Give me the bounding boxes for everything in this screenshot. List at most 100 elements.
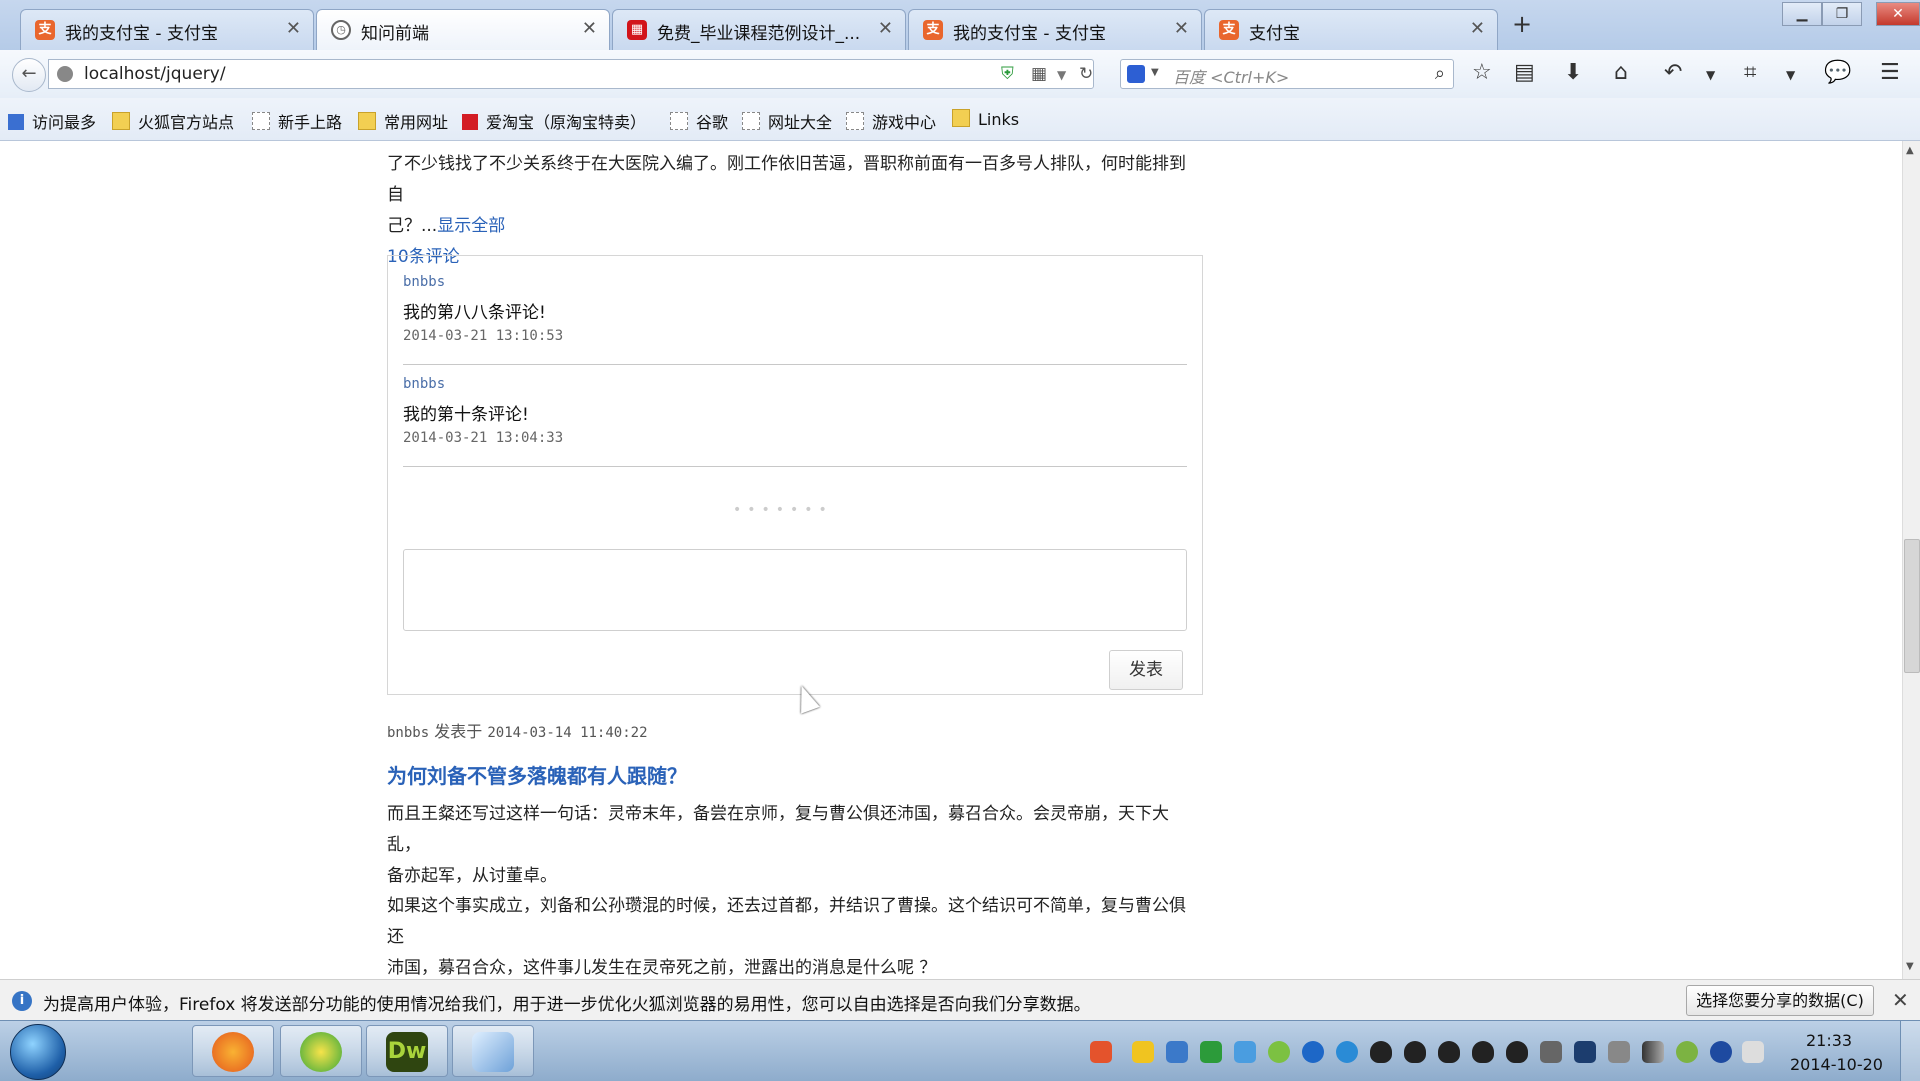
posted-label: 发表于 [434,722,483,741]
dropdown-icon[interactable]: ▼ [1057,68,1066,82]
bookmark-common-sites[interactable]: 常用网址 [358,109,448,133]
monitor-icon[interactable] [1574,1041,1596,1063]
site-identity-icon[interactable] [57,66,73,82]
bookmark-game-center[interactable]: 游戏中心 [846,109,936,133]
comment-author[interactable]: bnbbs [403,274,445,290]
bookmark-firefox-site[interactable]: 火狐官方站点 [112,109,234,133]
qq-icon[interactable] [1506,1041,1528,1063]
search-icon[interactable]: ⌕ [1435,63,1445,84]
dropdown-icon[interactable]: ▼ [1786,68,1795,82]
choose-data-button[interactable]: 选择您要分享的数据(C) [1686,985,1874,1016]
taskbar-notepad[interactable] [452,1025,534,1077]
navigation-toolbar: ← localhost/jquery/ ⛨ ▦ ▼ ↻ ▼ 百度 <Ctrl+K… [0,50,1920,99]
bluetooth-icon[interactable] [1710,1041,1732,1063]
alipay-icon: 支 [923,20,943,40]
qq-icon[interactable] [1472,1041,1494,1063]
undo-icon[interactable]: ↶ [1664,60,1682,85]
tab-close-icon[interactable]: ✕ [1470,18,1485,39]
home-icon[interactable]: ⌂ [1614,60,1628,85]
restore-button[interactable]: ❐ [1822,2,1862,26]
comment-author[interactable]: bnbbs [403,376,445,392]
bookmark-aitaobao[interactable]: 爱淘宝（原淘宝特卖） [462,109,646,133]
dropdown-icon[interactable]: ▼ [1706,68,1715,82]
bookmark-most-visited[interactable]: 访问最多 [8,109,96,133]
bookmark-star-icon[interactable]: ☆ [1472,60,1492,85]
search-bar[interactable]: ▼ 百度 <Ctrl+K> ⌕ [1120,59,1454,89]
engine-dropdown-icon[interactable]: ▼ [1151,67,1159,78]
tab-close-icon[interactable]: ✕ [286,18,301,39]
taskbar-firefox[interactable] [192,1025,274,1077]
close-icon[interactable]: ✕ [1892,988,1909,1012]
tray-app-icon[interactable] [1676,1041,1698,1063]
tray-app-icon[interactable] [1090,1041,1112,1063]
new-tab-button[interactable]: + [1512,10,1532,38]
post-meta: bnbbs 发表于 2014-03-14 11:40:22 [387,718,648,742]
scroll-down-icon[interactable]: ▼ [1906,961,1914,972]
clock-time[interactable]: 21:33 [1806,1031,1852,1050]
bookmark-google[interactable]: 谷歌 [670,109,728,133]
show-all-link[interactable]: 显示全部 [437,216,505,236]
tray-app-icon[interactable] [1132,1041,1154,1063]
tray-app-icon[interactable] [1336,1041,1358,1063]
comment-time: 2014-03-21 13:10:53 [403,328,564,344]
tray-app-icon[interactable] [1540,1041,1562,1063]
tray-app-icon[interactable] [1234,1041,1256,1063]
bookmark-site-directory[interactable]: 网址大全 [742,109,832,133]
bookmark-links[interactable]: Links [952,109,1019,129]
scroll-thumb[interactable] [1904,539,1920,673]
start-button[interactable] [10,1024,66,1080]
post-author[interactable]: bnbbs [387,725,429,741]
page-icon [252,112,270,130]
media-icon[interactable] [1302,1041,1324,1063]
qq-icon[interactable] [1370,1041,1392,1063]
reload-icon[interactable]: ↻ [1079,64,1093,84]
tab-alipay-1[interactable]: 支 我的支付宝 - 支付宝 ✕ [20,9,314,50]
download-icon[interactable]: ⬇ [1564,60,1582,85]
minimize-button[interactable]: ▁ [1782,2,1822,26]
chat-bubble-icon[interactable]: 💬 [1824,60,1851,85]
tab-alipay-3[interactable]: 支 支付宝 ✕ [1204,9,1498,50]
post-excerpt-line: 了不少钱找了不少关系终于在大医院入编了。刚工作依旧苦逼，晋职称前面有一百多号人排… [387,154,1186,205]
post-body-line: 而且王粲还写过这样一句话：灵帝末年，备尝在京师，复与曹公俱还沛国，募召合众。会灵… [387,804,1169,855]
show-desktop-button[interactable] [1900,1021,1920,1081]
taskbar-dreamweaver[interactable]: Dw [366,1025,448,1077]
app-s-icon [300,1032,342,1072]
alipay-icon: 支 [1219,20,1239,40]
volume-icon[interactable] [1742,1041,1764,1063]
question-title[interactable]: 为何刘备不管多落魄都有人跟随？ [387,760,687,789]
tab-close-icon[interactable]: ✕ [1174,18,1189,39]
qq-icon[interactable] [1438,1041,1460,1063]
tab-close-icon[interactable]: ✕ [878,18,893,39]
qq-icon[interactable] [1404,1041,1426,1063]
vertical-scrollbar[interactable]: ▲ ▼ [1902,141,1920,979]
qr-code-icon[interactable]: ▦ [1031,64,1047,84]
tab-zhiwen[interactable]: ◷ 知问前端 ✕ [316,9,610,51]
bookmarks-list-icon[interactable]: ▤ [1514,60,1535,85]
network-icon[interactable] [1642,1041,1664,1063]
tab-title: 我的支付宝 - 支付宝 [953,24,1106,44]
tab-alipay-2[interactable]: 支 我的支付宝 - 支付宝 ✕ [908,9,1202,50]
bookmark-label: 谷歌 [696,113,729,132]
comment-time: 2014-03-21 13:04:33 [403,430,564,446]
post-comment-button[interactable]: 发表 [1109,650,1183,690]
tray-app-icon[interactable] [1268,1041,1290,1063]
menu-icon[interactable]: ☰ [1880,60,1900,85]
tab-close-icon[interactable]: ✕ [582,18,597,39]
back-button[interactable]: ← [12,58,46,92]
shield-icon[interactable] [1166,1041,1188,1063]
tray-app-icon[interactable] [1200,1041,1222,1063]
screenshot-icon[interactable]: ⌗ [1744,60,1756,85]
tab-course[interactable]: ▦ 免费_毕业课程范例设计_... ✕ [612,9,906,50]
bookmark-label: 常用网址 [384,113,449,132]
window-close-button[interactable]: ✕ [1876,2,1920,26]
clipboard-icon[interactable] [1608,1041,1630,1063]
bookmark-getting-started[interactable]: 新手上路 [252,109,342,133]
bookmark-label: 网址大全 [768,113,833,132]
comment-textarea[interactable] [403,549,1187,631]
clock-date[interactable]: 2014-10-20 [1790,1055,1883,1074]
baidu-icon[interactable] [1127,65,1145,83]
taskbar-app-s[interactable] [280,1025,362,1077]
shield-icon[interactable]: ⛨ [1001,64,1014,84]
address-bar[interactable]: localhost/jquery/ ⛨ ▦ ▼ ↻ [48,59,1094,89]
scroll-up-icon[interactable]: ▲ [1906,145,1914,156]
